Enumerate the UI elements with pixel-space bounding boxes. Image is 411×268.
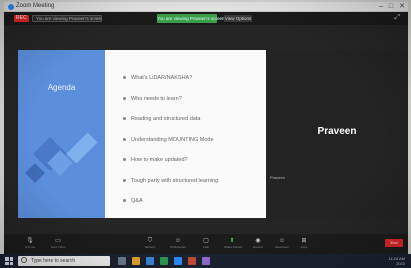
- participants-icon[interactable]: ☺ Participants: [170, 237, 186, 251]
- chrome-icon[interactable]: [160, 257, 168, 265]
- chat-icon[interactable]: ▢ Chat: [198, 237, 214, 251]
- edge-browser-icon[interactable]: [146, 257, 154, 265]
- agenda-item: Understanding MOUNTING Mode: [121, 136, 261, 157]
- app-icon[interactable]: [188, 257, 196, 265]
- system-tray[interactable]: 11:24 AM 2023: [388, 256, 405, 266]
- slide-title-panel: Agenda: [18, 50, 105, 218]
- zoom-window: Zoom Meeting – □ ✕ REC You are viewing P…: [4, 2, 408, 254]
- search-placeholder: Type here to search: [31, 258, 76, 264]
- share-screen-icon[interactable]: ⬆ Share Screen: [224, 237, 242, 251]
- viewing-screen-banner: You are viewing Praveen's screen: [157, 14, 225, 23]
- agenda-list: What's LiDAR/NAKSHA? Who needs to learn?…: [121, 74, 261, 218]
- close-button[interactable]: ✕: [399, 2, 405, 12]
- record-icon[interactable]: ◉ Record: [250, 237, 266, 251]
- zoom-taskbar-icon[interactable]: [174, 257, 182, 265]
- share-status-pill[interactable]: You are viewing Praveen's screen: [32, 15, 102, 22]
- agenda-item: Q&A: [121, 197, 261, 218]
- zoom-app-icon: [8, 4, 14, 10]
- window-title: Zoom Meeting: [16, 3, 55, 9]
- end-meeting-button[interactable]: End: [385, 239, 403, 247]
- app-icon[interactable]: [202, 257, 210, 265]
- window-controls: – □ ✕: [379, 2, 405, 12]
- agenda-item: How to make updated?: [121, 156, 261, 177]
- decorative-diamond: [25, 163, 45, 183]
- video-icon[interactable]: ▭ Start Video: [50, 237, 66, 251]
- reactions-icon[interactable]: ☺ Reactions: [274, 237, 290, 251]
- file-explorer-icon[interactable]: [132, 257, 140, 265]
- shared-slide: Agenda What's LiDAR/NAKSHA? Who needs to…: [18, 50, 266, 218]
- clock-date: 2023: [396, 261, 405, 266]
- meeting-toolbar: 🎙 Unmute ▭ Start Video ⛉ Security ☺ Particip…: [4, 234, 408, 254]
- mic-icon[interactable]: 🎙 Unmute: [22, 237, 38, 251]
- apps-icon[interactable]: ⊞ Apps: [296, 237, 312, 251]
- decorative-diamond: [66, 132, 98, 164]
- slide-title: Agenda: [47, 83, 76, 92]
- minimize-button[interactable]: –: [379, 2, 383, 12]
- windows-start-icon[interactable]: [5, 257, 13, 265]
- agenda-item: Who needs to learn?: [121, 95, 261, 116]
- title-bar: Zoom Meeting – □ ✕: [4, 2, 408, 12]
- search-icon: [21, 257, 27, 263]
- fullscreen-icon[interactable]: ⤢: [394, 14, 400, 22]
- security-icon[interactable]: ⛉ Security: [142, 237, 158, 251]
- participant-name: Praveen: [317, 126, 357, 137]
- agenda-item: Reading and structured data: [121, 115, 261, 136]
- participant-name-tag: Praveen: [270, 175, 285, 180]
- taskbar-search-input[interactable]: Type here to search: [18, 256, 110, 266]
- participant-video-tile[interactable]: Praveen Praveen: [266, 50, 408, 218]
- view-options-button[interactable]: View Options: [224, 15, 252, 22]
- meeting-top-bar: REC You are viewing Praveen's screen You…: [4, 12, 408, 25]
- agenda-item: What's LiDAR/NAKSHA?: [121, 74, 261, 95]
- agenda-item: Tough party with structured learning: [121, 177, 261, 198]
- windows-taskbar: Type here to search 11:24 AM 2023: [0, 254, 411, 268]
- task-view-icon[interactable]: [118, 257, 126, 265]
- recording-badge: REC: [14, 15, 29, 22]
- maximize-button[interactable]: □: [389, 2, 393, 12]
